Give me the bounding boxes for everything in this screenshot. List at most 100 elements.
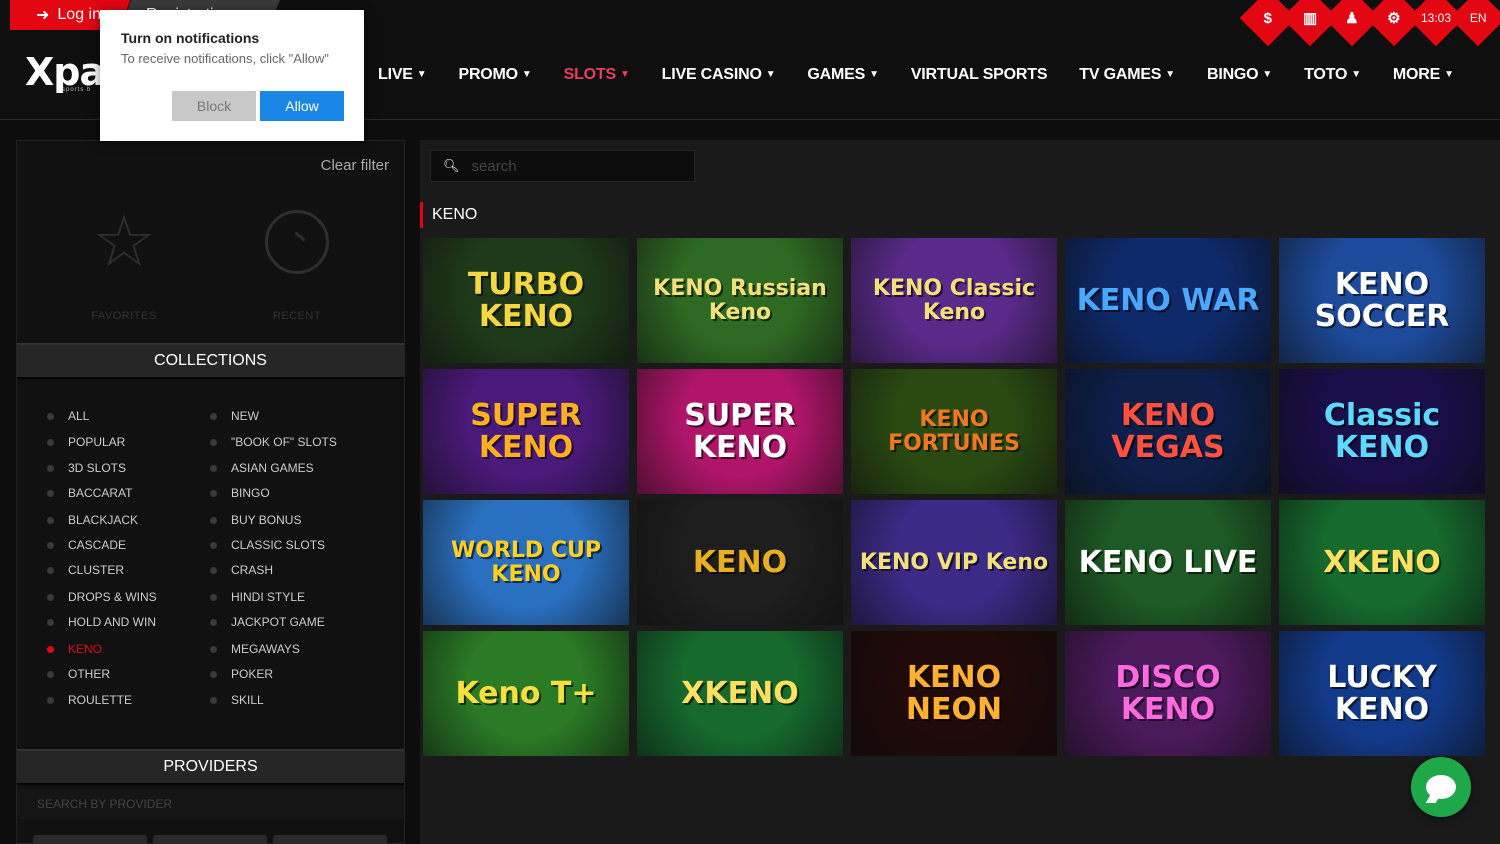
- nav-item-label: TV GAMES: [1079, 66, 1162, 83]
- radio-dot-icon: [47, 618, 54, 626]
- language-selector[interactable]: EN: [1449, 0, 1500, 47]
- nav-item-label: LIVE: [378, 66, 413, 83]
- game-title: KENO NEON: [905, 660, 1003, 727]
- collection-item[interactable]: JACKPOT GAME: [210, 615, 325, 629]
- chat-button[interactable]: [1411, 757, 1471, 817]
- collection-item[interactable]: ALL: [47, 409, 89, 423]
- game-tile[interactable]: KENO LIVE: [1065, 500, 1271, 625]
- recent-button[interactable]: RECENT: [262, 206, 332, 322]
- collection-item[interactable]: MEGAWAYS: [210, 642, 300, 656]
- collection-item[interactable]: CASCADE: [47, 538, 126, 552]
- game-title: DISCO KENO: [1115, 660, 1221, 727]
- game-tile[interactable]: XKENO: [1279, 500, 1485, 625]
- collection-item[interactable]: HINDI STYLE: [210, 590, 305, 604]
- collection-item[interactable]: POPULAR: [47, 435, 125, 449]
- provider-tab[interactable]: [153, 835, 267, 844]
- provider-tab[interactable]: [273, 835, 387, 844]
- game-tile[interactable]: Classic KENO: [1279, 369, 1485, 494]
- collection-item[interactable]: BINGO: [210, 486, 270, 500]
- game-tile[interactable]: KENO FORTUNES: [851, 369, 1057, 494]
- game-tile[interactable]: KENO Russian Keno: [637, 238, 843, 363]
- provider-search-input[interactable]: SEARCH BY PROVIDER: [17, 789, 404, 819]
- collection-item[interactable]: BACCARAT: [47, 486, 132, 500]
- collection-label: ALL: [68, 409, 90, 423]
- collection-item[interactable]: CLASSIC SLOTS: [210, 538, 325, 552]
- collection-label: BUY BONUS: [231, 513, 302, 527]
- collection-item[interactable]: NEW: [210, 409, 259, 423]
- collection-item[interactable]: "BOOK OF" SLOTS: [210, 435, 337, 449]
- provider-tabs: [33, 835, 387, 844]
- collection-item[interactable]: CLUSTER: [47, 563, 124, 577]
- collection-item[interactable]: ROULETTE: [47, 693, 132, 707]
- nav-item-promo[interactable]: PROMO ▼: [458, 62, 531, 88]
- favorites-button[interactable]: ☆ FAVORITES: [89, 206, 159, 322]
- nav-item-live-casino[interactable]: LIVE CASINO ▼: [662, 62, 776, 88]
- game-tile[interactable]: KENO WAR: [1065, 238, 1271, 363]
- game-tile[interactable]: XKENO: [637, 631, 843, 756]
- radio-dot-icon: [210, 645, 217, 653]
- nav-item-slots[interactable]: SLOTS ▼: [564, 62, 630, 88]
- game-tile[interactable]: DISCO KENO: [1065, 631, 1271, 756]
- game-tile[interactable]: KENO: [637, 500, 843, 625]
- game-tile[interactable]: KENO Classic Keno: [851, 238, 1057, 363]
- collection-label: 3D SLOTS: [68, 461, 127, 475]
- corner-icons: $ ▥ ♟ ⚙ 13:03 EN: [1220, 0, 1500, 60]
- radio-dot-icon: [47, 489, 54, 497]
- collection-item[interactable]: CRASH: [210, 563, 273, 577]
- game-tile[interactable]: SUPER KENO: [423, 369, 629, 494]
- nav-item-toto[interactable]: TOTO ▼: [1304, 62, 1361, 88]
- search-icon: 🔍︎: [443, 158, 460, 173]
- radio-dot-icon: [210, 541, 217, 549]
- nav-item-more[interactable]: MORE ▼: [1393, 62, 1454, 88]
- collection-item[interactable]: DROPS & WINS: [47, 590, 157, 604]
- game-tile[interactable]: KENO VEGAS: [1065, 369, 1271, 494]
- collection-item[interactable]: ASIAN GAMES: [210, 461, 314, 475]
- game-title: SUPER KENO: [470, 398, 582, 465]
- login-label: Log in: [57, 6, 101, 23]
- game-tile[interactable]: SUPER KENO: [637, 369, 843, 494]
- category-title: KENO: [420, 202, 477, 228]
- radio-dot-icon: [47, 438, 54, 446]
- collection-item[interactable]: BLACKJACK: [47, 513, 138, 527]
- games-area: 🔍︎ KENO TURBO KENO KENO Russian Keno KENO …: [420, 140, 1500, 844]
- game-title: WORLD CUP KENO: [451, 538, 601, 587]
- radio-dot-icon: [210, 593, 217, 601]
- allow-button[interactable]: Allow: [260, 91, 344, 121]
- collection-label: POPULAR: [68, 435, 126, 449]
- nav-item-tv-games[interactable]: TV GAMES ▼: [1079, 62, 1175, 88]
- block-button[interactable]: Block: [172, 91, 256, 121]
- game-title: Classic KENO: [1323, 398, 1441, 465]
- nav-item-label: LIVE CASINO: [661, 66, 762, 83]
- collection-item[interactable]: KENO: [47, 642, 102, 656]
- collection-item[interactable]: POKER: [210, 667, 273, 681]
- game-tile[interactable]: KENO NEON: [851, 631, 1057, 756]
- chevron-down-icon: ▼: [619, 68, 630, 80]
- game-tile[interactable]: KENO VIP Keno: [851, 500, 1057, 625]
- provider-tab[interactable]: [33, 835, 147, 844]
- collection-item[interactable]: 3D SLOTS: [47, 461, 126, 475]
- chevron-down-icon: ▼: [1351, 68, 1361, 80]
- collection-item[interactable]: HOLD AND WIN: [47, 615, 156, 629]
- radio-dot-icon: [210, 670, 217, 678]
- nav-item-games[interactable]: GAMES ▼: [807, 62, 879, 88]
- game-tile[interactable]: Keno T+: [423, 631, 629, 756]
- collection-item[interactable]: OTHER: [47, 667, 110, 681]
- nav-item-label: VIRTUAL SPORTS: [910, 66, 1048, 83]
- notification-popup: Turn on notifications To receive notific…: [100, 10, 364, 141]
- game-tile[interactable]: LUCKY KENO: [1279, 631, 1485, 756]
- game-tile[interactable]: TURBO KENO: [423, 238, 629, 363]
- game-tile[interactable]: KENO SOCCER: [1279, 238, 1485, 363]
- collection-item[interactable]: SKILL: [210, 693, 264, 707]
- collection-item[interactable]: BUY BONUS: [210, 513, 301, 527]
- search-input[interactable]: [471, 157, 692, 175]
- game-search[interactable]: 🔍︎: [430, 150, 695, 182]
- clear-filter-link[interactable]: Clear filter: [321, 157, 389, 174]
- radio-dot-icon: [210, 438, 217, 446]
- nav-item-bingo[interactable]: BINGO ▼: [1207, 62, 1272, 88]
- game-tile[interactable]: WORLD CUP KENO: [423, 500, 629, 625]
- nav-item-virtual-sports[interactable]: VIRTUAL SPORTS: [910, 62, 1048, 88]
- sidebar: Clear filter ☆ FAVORITES RECENT COLLECTI…: [16, 140, 405, 844]
- nav-item-live[interactable]: LIVE ▼: [378, 62, 427, 88]
- collection-label: DROPS & WINS: [68, 590, 157, 604]
- radio-dot-icon: [47, 670, 54, 678]
